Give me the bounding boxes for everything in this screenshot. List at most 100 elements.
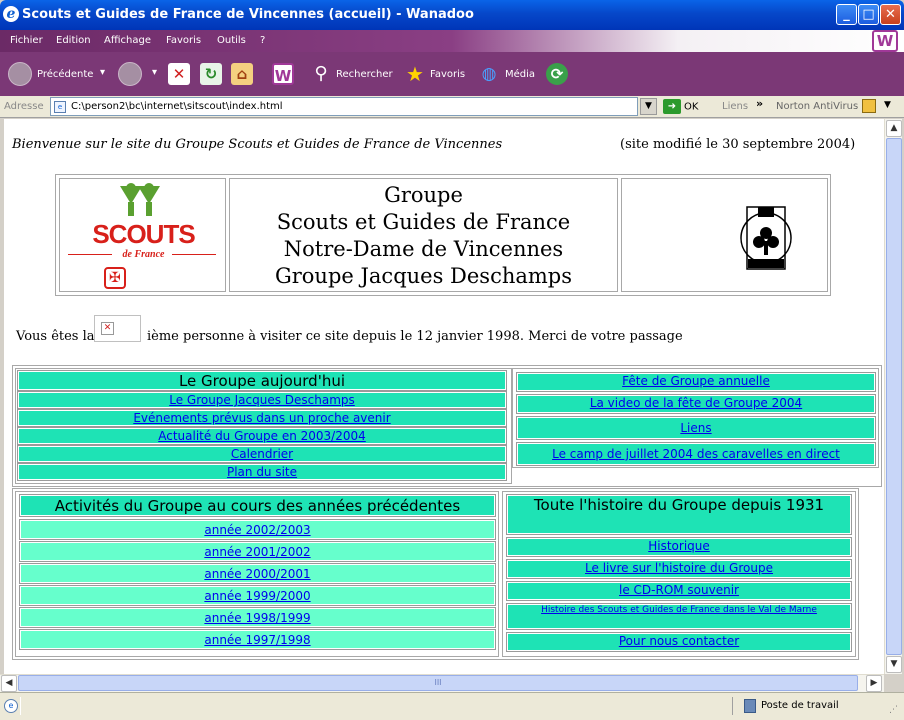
vertical-scrollbar[interactable]: ▲ ▼ bbox=[884, 119, 902, 674]
events-link-cell-4: Le camp de juillet 2004 des caravelles e… bbox=[516, 442, 876, 466]
scroll-left-icon[interactable]: ◀ bbox=[1, 675, 17, 692]
link-historique[interactable]: Historique bbox=[648, 539, 710, 553]
go-label: OK bbox=[684, 101, 699, 113]
menu-affichage[interactable]: Affichage bbox=[104, 35, 151, 46]
computer-icon bbox=[744, 699, 756, 713]
favorites-star-icon[interactable]: ★ bbox=[404, 63, 426, 85]
refresh-icon[interactable]: ↻ bbox=[200, 63, 222, 85]
minimize-button[interactable]: _ bbox=[836, 4, 857, 25]
link-annee-1999-2000[interactable]: année 1999/2000 bbox=[204, 589, 310, 603]
menu-help[interactable]: ? bbox=[260, 35, 265, 46]
norton-antivirus-button[interactable]: Norton AntiVirus bbox=[776, 101, 858, 112]
menu-favoris[interactable]: Favoris bbox=[166, 35, 201, 46]
link-fete-de-groupe[interactable]: Fête de Groupe annuelle bbox=[622, 374, 770, 388]
link-liens[interactable]: Liens bbox=[680, 421, 711, 435]
history-link-cell-1: Historique bbox=[506, 537, 852, 557]
logo-rule-left bbox=[68, 254, 112, 255]
maximize-button[interactable]: □ bbox=[858, 4, 879, 25]
search-icon[interactable]: ⚲ bbox=[310, 63, 332, 85]
past-header: Activités du Groupe au cours des années … bbox=[19, 494, 496, 517]
back-button[interactable]: Précédente bbox=[37, 69, 93, 80]
menu-fichier[interactable]: Fichier bbox=[10, 35, 43, 46]
link-annee-1998-1999[interactable]: année 1998/1999 bbox=[204, 611, 310, 625]
stop-icon[interactable]: ✕ bbox=[168, 63, 190, 85]
history-icon[interactable]: ⟳ bbox=[546, 63, 568, 85]
links-chevron-icon[interactable]: » bbox=[756, 97, 763, 110]
link-evenements[interactable]: Evénements prévus dans un proche avenir bbox=[133, 411, 390, 425]
back-arrow-icon[interactable] bbox=[8, 62, 32, 86]
norton-dropdown-icon[interactable]: ▼ bbox=[884, 100, 891, 110]
events-link-cell-2: La video de la fête de Groupe 2004 bbox=[516, 394, 876, 414]
link-actualite[interactable]: Actualité du Groupe en 2003/2004 bbox=[158, 429, 366, 443]
toolbar: Précédente ▾ ▾ ✕ ↻ ⌂ W ⚲ Rechercher ★ Fa… bbox=[0, 52, 904, 96]
banner-line-4: Groupe Jacques Deschamps bbox=[274, 264, 573, 288]
today-link-cell-3: Actualité du Groupe en 2003/2004 bbox=[17, 427, 507, 445]
scouts-logo: SCOUTS de France ✠ bbox=[59, 178, 226, 292]
forward-arrow-icon[interactable] bbox=[118, 62, 142, 86]
group-emblem-icon bbox=[740, 206, 792, 270]
wanadoo-toolbar-icon[interactable]: W bbox=[272, 63, 294, 85]
today-link-cell-2: Evénements prévus dans un proche avenir bbox=[17, 409, 507, 427]
past-link-cell-3: année 2000/2001 bbox=[19, 563, 496, 584]
address-value: C:\person2\bc\internet\sitscout\index.ht… bbox=[71, 101, 283, 112]
page-icon: e bbox=[54, 101, 66, 113]
status-bar: e Poste de travail ⋰ bbox=[0, 692, 904, 720]
link-annee-2000-2001[interactable]: année 2000/2001 bbox=[204, 567, 310, 581]
banner-title: Groupe Scouts et Guides de France Notre-… bbox=[229, 178, 618, 292]
scroll-up-icon[interactable]: ▲ bbox=[886, 120, 902, 137]
link-video-fete[interactable]: La video de la fête de Groupe 2004 bbox=[590, 396, 802, 410]
events-link-cell-3: Liens bbox=[516, 416, 876, 440]
visitor-counter-image: ✕ bbox=[94, 315, 141, 342]
past-link-cell-4: année 1999/2000 bbox=[19, 585, 496, 606]
past-link-cell-1: année 2002/2003 bbox=[19, 519, 496, 540]
history-link-cell-2: Le livre sur l'histoire du Groupe bbox=[506, 559, 852, 579]
emblem-icon: ✠ bbox=[104, 267, 126, 289]
media-button[interactable]: Média bbox=[505, 69, 535, 80]
modified-date: (site modifié le 30 septembre 2004) bbox=[620, 137, 856, 152]
today-link-cell-5: Plan du site bbox=[17, 463, 507, 481]
window-title: Scouts et Guides de France de Vincennes … bbox=[22, 7, 474, 22]
broken-image-icon: ✕ bbox=[101, 322, 114, 335]
link-contact[interactable]: Pour nous contacter bbox=[619, 634, 739, 648]
menu-edition[interactable]: Edition bbox=[56, 35, 91, 46]
address-label: Adresse bbox=[4, 101, 44, 112]
close-button[interactable]: ✕ bbox=[880, 4, 901, 25]
go-button[interactable]: ➜ OK bbox=[663, 99, 698, 114]
horizontal-scrollbar[interactable]: ◀ III ▶ bbox=[0, 674, 884, 692]
title-bar[interactable]: e Scouts et Guides de France de Vincenne… bbox=[0, 0, 904, 30]
search-button[interactable]: Rechercher bbox=[336, 69, 393, 80]
home-icon[interactable]: ⌂ bbox=[231, 63, 253, 85]
link-annee-2001-2002[interactable]: année 2001/2002 bbox=[204, 545, 310, 559]
favorites-button[interactable]: Favoris bbox=[430, 69, 465, 80]
vertical-scroll-thumb[interactable] bbox=[886, 138, 902, 655]
menu-outils[interactable]: Outils bbox=[217, 35, 246, 46]
media-globe-icon[interactable]: ◍ bbox=[478, 63, 500, 85]
forward-dropdown-icon[interactable]: ▾ bbox=[152, 67, 157, 78]
history-header: Toute l'histoire du Groupe depuis 1931 bbox=[506, 494, 852, 535]
page-viewport[interactable]: Bienvenue sur le site du Groupe Scouts e… bbox=[4, 119, 884, 674]
link-annee-2002-2003[interactable]: année 2002/2003 bbox=[204, 523, 310, 537]
banner-line-1: Groupe bbox=[384, 183, 463, 207]
link-histoire-val-de-marne[interactable]: Histoire des Scouts et Guides de France … bbox=[541, 605, 817, 615]
link-calendrier[interactable]: Calendrier bbox=[231, 447, 293, 461]
horizontal-scroll-thumb[interactable]: III bbox=[18, 675, 858, 691]
links-toolbar-button[interactable]: Liens bbox=[722, 101, 748, 112]
norton-icon[interactable] bbox=[862, 99, 876, 113]
address-dropdown-icon[interactable]: ▼ bbox=[640, 98, 657, 115]
link-camp-juillet[interactable]: Le camp de juillet 2004 des caravelles e… bbox=[552, 447, 840, 461]
visitor-suffix: ième personne à visiter ce site depuis l… bbox=[147, 329, 683, 344]
link-livre-histoire[interactable]: Le livre sur l'histoire du Groupe bbox=[585, 561, 773, 575]
link-groupe-jacques-deschamps[interactable]: Le Groupe Jacques Deschamps bbox=[169, 393, 355, 407]
page-status-icon: e bbox=[4, 699, 18, 713]
status-zone: Poste de travail bbox=[761, 700, 839, 711]
history-link-cell-5: Pour nous contacter bbox=[506, 632, 852, 652]
link-cd-rom[interactable]: le CD-ROM souvenir bbox=[619, 583, 739, 597]
scroll-down-icon[interactable]: ▼ bbox=[886, 656, 902, 673]
resize-grip-icon[interactable]: ⋰ bbox=[889, 705, 898, 715]
address-input[interactable]: e C:\person2\bc\internet\sitscout\index.… bbox=[50, 97, 638, 116]
link-plan-du-site[interactable]: Plan du site bbox=[227, 465, 297, 479]
ie-icon: e bbox=[3, 6, 19, 22]
link-annee-1997-1998[interactable]: année 1997/1998 bbox=[204, 633, 310, 647]
scroll-right-icon[interactable]: ▶ bbox=[866, 675, 882, 692]
back-dropdown-icon[interactable]: ▾ bbox=[100, 67, 105, 78]
